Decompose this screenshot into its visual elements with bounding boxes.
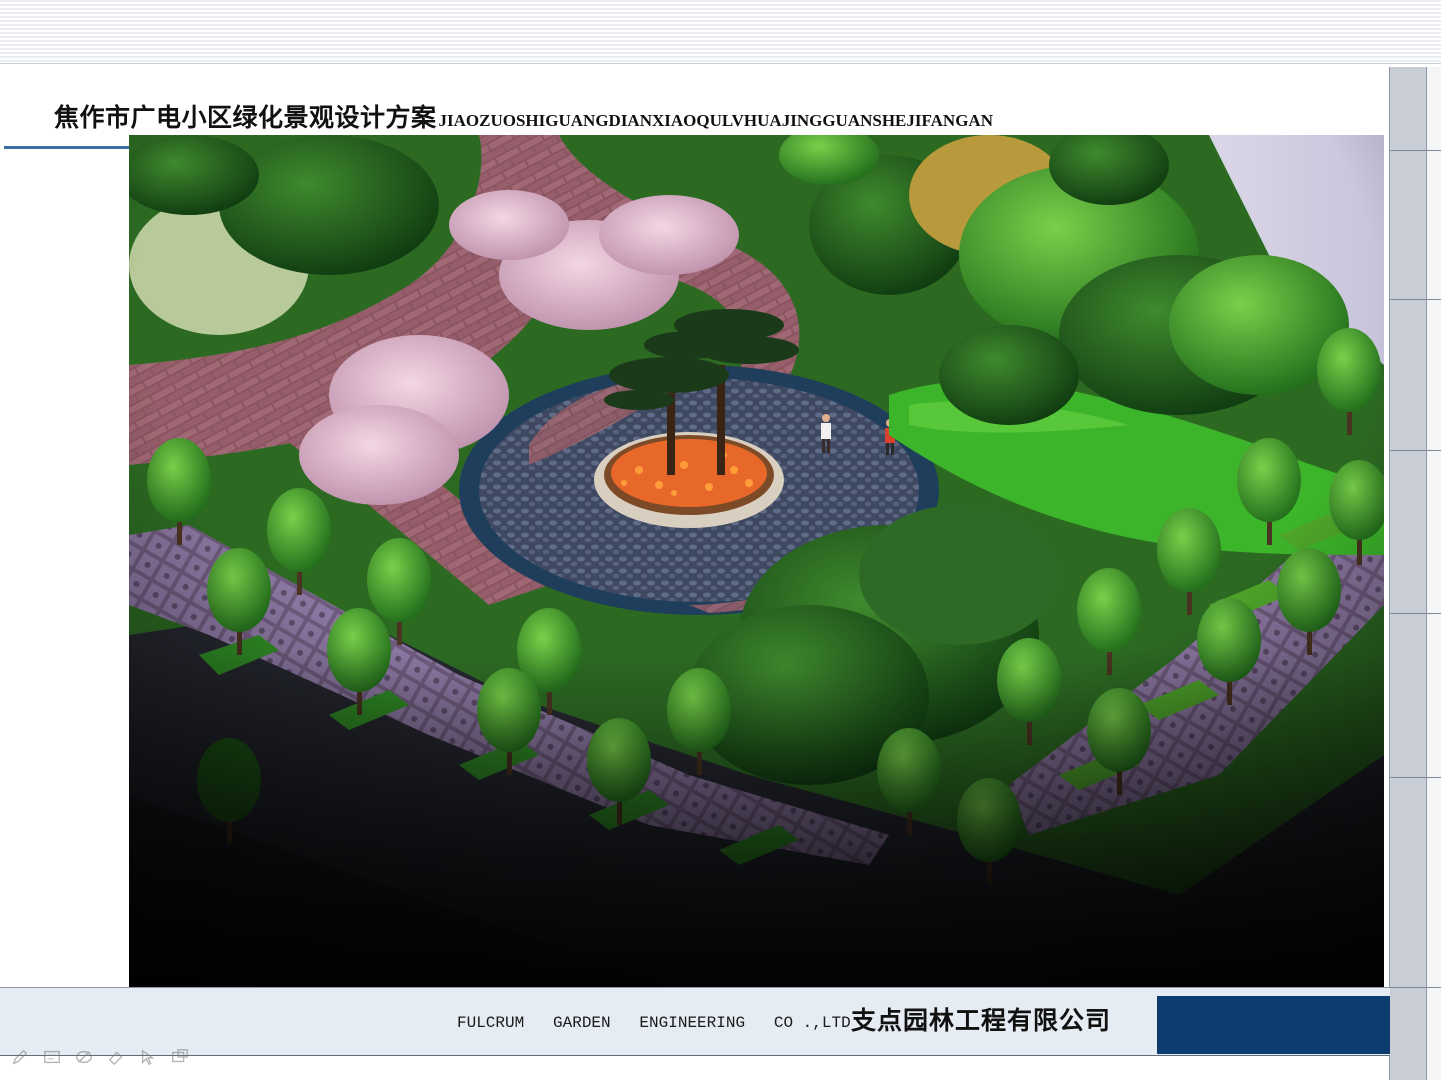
slide-title: 焦作市广电小区绿化景观设计方案 JIAOZUOSHIGUANGDIANXIAOQ… [54, 98, 993, 134]
title-accent-line [4, 146, 130, 149]
screen-icon[interactable] [170, 1047, 190, 1067]
highlighter-icon[interactable] [74, 1047, 94, 1067]
company-name-chinese: 支点园林工程有限公司 [851, 1006, 1112, 1035]
slide-title-chinese: 焦作市广电小区绿化景观设计方案 [54, 103, 437, 132]
footer-bar: FULCRUM GARDEN ENGINEERING CO .,LTD 支点园林… [0, 987, 1390, 1056]
pen-icon[interactable] [10, 1047, 30, 1067]
pointer-icon[interactable] [138, 1047, 158, 1067]
header-stripes [0, 0, 1441, 64]
footer-navy-block [1157, 996, 1390, 1054]
header-rule [0, 63, 1441, 64]
right-edge-strip [1426, 67, 1441, 1080]
right-decorative-panel [1389, 67, 1426, 1080]
company-name-english: FULCRUM GARDEN ENGINEERING CO .,LTD [457, 1014, 851, 1032]
eraser-icon[interactable] [106, 1047, 126, 1067]
landscape-rendering-image [129, 135, 1384, 993]
slides-icon[interactable] [42, 1047, 62, 1067]
presentation-toolbar [10, 1047, 190, 1067]
landscape-rendering [129, 135, 1384, 993]
slide-title-pinyin: JIAOZUOSHIGUANGDIANXIAOQULVHUAJINGGUANSH… [438, 111, 993, 130]
